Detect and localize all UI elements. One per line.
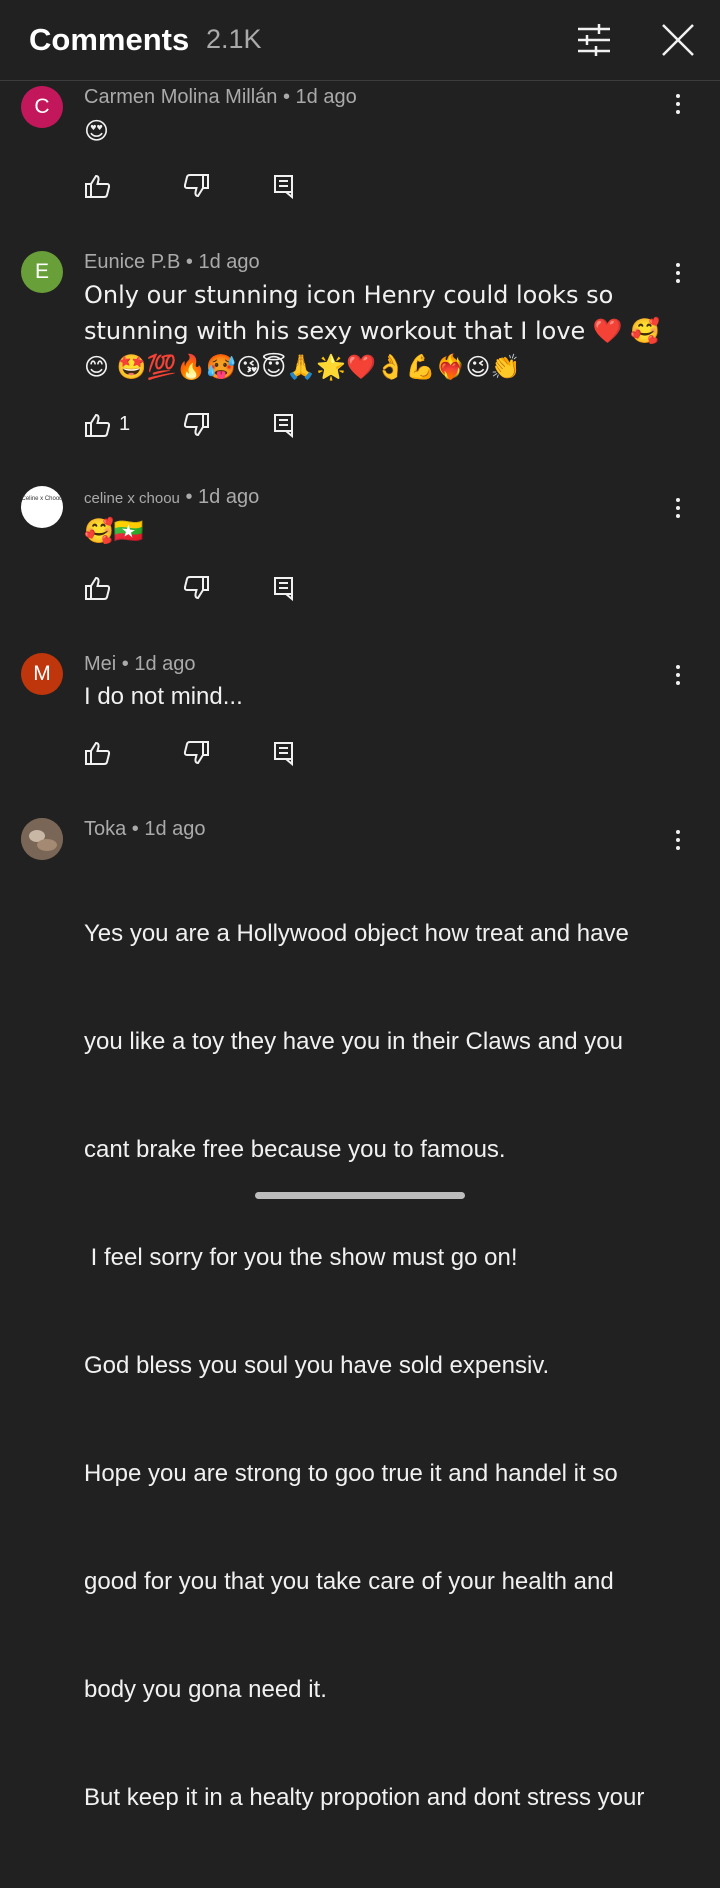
comment-meta: Eunice P.B • 1d ago	[84, 251, 260, 273]
dislike-icon[interactable]	[182, 411, 210, 441]
comment-time: 1d ago	[144, 818, 206, 840]
like-icon[interactable]	[84, 172, 112, 202]
comment-line: I feel sorry for you the show must go on…	[84, 1244, 518, 1271]
comment-author[interactable]: Eunice P.B	[84, 251, 180, 273]
comment-meta: Carmen Molina Millán • 1d ago	[84, 86, 357, 108]
comment-meta: celine x choou • 1d ago	[84, 486, 260, 508]
comments-header: Comments 2.1K	[0, 0, 720, 81]
comment-text: 🥰🇲🇲	[84, 517, 144, 545]
comment-line: Hope you are strong to goo true it and h…	[84, 1460, 618, 1487]
comments-title: Comments	[29, 22, 190, 57]
comment-text: Only our stunning icon Henry could looks…	[84, 281, 661, 381]
reply-icon[interactable]	[272, 574, 296, 604]
avatar[interactable]: M	[21, 653, 63, 695]
comment-author[interactable]: celine x choou	[84, 490, 180, 507]
comment-line: God bless you soul you have sold expensi…	[84, 1352, 550, 1379]
like-icon[interactable]	[84, 739, 112, 769]
like-icon[interactable]	[84, 574, 112, 604]
home-indicator[interactable]	[255, 1192, 465, 1199]
close-icon[interactable]	[658, 20, 698, 60]
reply-icon[interactable]	[272, 739, 296, 769]
avatar[interactable]: Celine x Choou	[21, 486, 63, 528]
comment-meta: Mei • 1d ago	[84, 653, 196, 675]
avatar[interactable]	[21, 818, 63, 860]
comment-time: 1d ago	[198, 251, 260, 273]
comment-actions	[84, 739, 334, 769]
comment-author[interactable]: Mei	[84, 653, 116, 675]
comment-author[interactable]: Carmen Molina Millán	[84, 86, 277, 108]
comment-meta: Toka • 1d ago	[84, 818, 206, 840]
comment-author[interactable]: Toka	[84, 818, 126, 840]
comment-line: cant brake free because you to famous.	[84, 1136, 506, 1163]
comment-text: 😍	[84, 117, 110, 145]
comments-count: 2.1K	[206, 24, 262, 54]
dislike-icon[interactable]	[182, 574, 210, 604]
avatar[interactable]: C	[21, 86, 63, 128]
comment-time: 1d ago	[198, 486, 260, 508]
avatar-text: Celine x Choou	[21, 496, 63, 502]
reply-icon[interactable]	[272, 411, 296, 441]
comment-actions	[84, 172, 334, 202]
like-icon[interactable]	[84, 411, 112, 441]
comment-text: Yes you are a Hollywood object how treat…	[84, 844, 674, 1888]
comment-line: good for you that you take care of your …	[84, 1568, 614, 1595]
comment-line: But keep it in a healty propotion and do…	[84, 1784, 645, 1811]
comment-line: Yes you are a Hollywood object how treat…	[84, 920, 629, 947]
dislike-icon[interactable]	[182, 739, 210, 769]
comment-actions: 1	[84, 411, 334, 441]
comment-line: you like a toy they have you in their Cl…	[84, 1028, 623, 1055]
filter-icon[interactable]	[574, 20, 614, 60]
comment-time: 1d ago	[134, 653, 196, 675]
dislike-icon[interactable]	[182, 172, 210, 202]
comment-time: 1d ago	[295, 86, 357, 108]
comment-actions	[84, 574, 334, 604]
avatar[interactable]: E	[21, 251, 63, 293]
comment-line: body you gona need it.	[84, 1676, 327, 1703]
reply-icon[interactable]	[272, 172, 296, 202]
comment-text: I do not mind...	[84, 683, 243, 710]
like-count: 1	[119, 413, 131, 435]
